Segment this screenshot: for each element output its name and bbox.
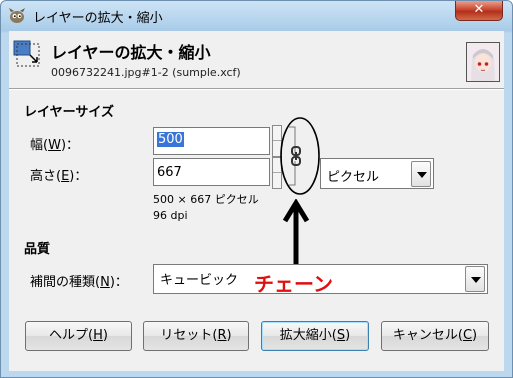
reset-button[interactable]: リセット(R): [143, 321, 249, 351]
height-input[interactable]: 667: [153, 158, 270, 186]
image-name: 0096732241.jpg#1-2 (sumple.xcf): [51, 66, 241, 79]
dialog-body: レイヤーの拡大・縮小 0096732241.jpg#1-2 (sumple.xc…: [9, 31, 504, 371]
chevron-down-icon[interactable]: [411, 161, 431, 187]
dialog-header: レイヤーの拡大・縮小 0096732241.jpg#1-2 (sumple.xc…: [9, 31, 504, 88]
interpolation-label: 補間の種類(N)：: [30, 275, 128, 290]
header-separator: [9, 88, 504, 90]
quality-heading: 品質: [24, 242, 51, 257]
unit-value: ピクセル: [327, 170, 380, 185]
scale-layer-icon: [13, 40, 40, 67]
gimp-icon: [9, 8, 25, 23]
width-input[interactable]: 500: [153, 127, 270, 155]
close-icon: ✕: [473, 2, 485, 17]
title-bar[interactable]: レイヤーの拡大・縮小 ✕: [1, 1, 512, 31]
chain-annotation: チェーン: [254, 272, 333, 296]
help-button[interactable]: ヘルプ(H): [25, 321, 132, 351]
close-button[interactable]: ✕: [455, 1, 503, 21]
chevron-down-icon[interactable]: [465, 266, 485, 292]
dialog-window: レイヤーの拡大・縮小 ✕ レイヤーの拡大・縮小 0096732241.jpg#1…: [0, 0, 513, 378]
height-value: 667: [157, 165, 182, 180]
cancel-button[interactable]: キャンセル(C): [381, 321, 489, 351]
window-title: レイヤーの拡大・縮小: [33, 11, 163, 26]
scale-button[interactable]: 拡大縮小(S): [261, 321, 369, 351]
chain-link-icon[interactable]: [277, 113, 323, 199]
height-label: 高さ(E)：: [30, 169, 88, 184]
image-thumbnail: [466, 42, 500, 82]
width-label: 幅(W)：: [30, 138, 80, 153]
size-info: 500 × 667 ピクセル: [153, 193, 259, 206]
dialog-heading: レイヤーの拡大・縮小: [51, 43, 211, 62]
layer-size-heading: レイヤーサイズ: [24, 105, 114, 120]
width-value: 500: [157, 132, 184, 147]
interpolation-value: キュービック: [160, 273, 239, 288]
unit-select[interactable]: ピクセル: [320, 158, 434, 189]
resolution-info: 96 dpi: [153, 209, 188, 222]
